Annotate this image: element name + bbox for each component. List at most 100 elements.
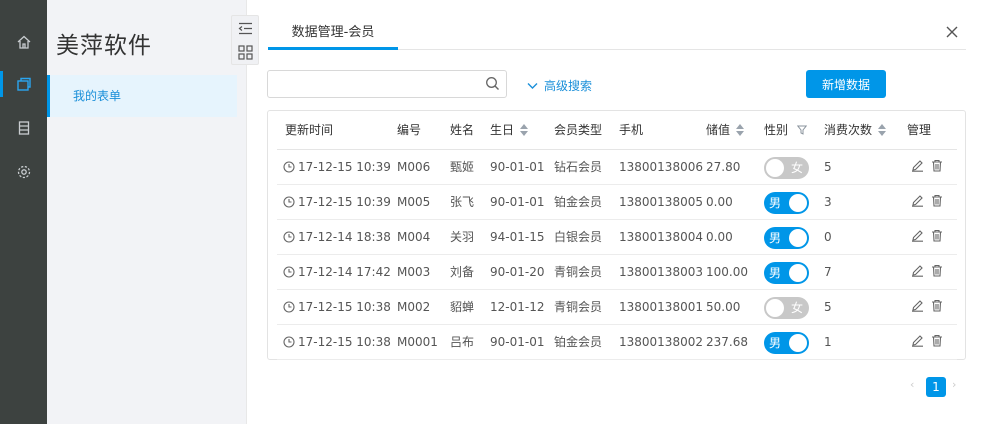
name-cell: 貂蝉 <box>450 300 475 314</box>
members-table: 更新时间 编号 姓名 生日 会员类型 手机 储值 性别 消费次数 管理 17-1… <box>267 110 966 360</box>
col-visits[interactable]: 消费次数 <box>824 111 887 150</box>
gear-icon <box>17 165 30 179</box>
gender-toggle[interactable]: 男 <box>764 192 809 214</box>
toggle-knob <box>789 334 807 352</box>
id-cell: M004 <box>397 230 431 244</box>
icon-rail <box>0 0 47 424</box>
toggle-knob <box>789 264 807 282</box>
advanced-search-label: 高级搜索 <box>544 79 593 93</box>
home-icon <box>17 35 30 49</box>
gender-toggle[interactable]: 男 <box>764 227 809 249</box>
trash-icon[interactable] <box>931 334 943 347</box>
pagination-next[interactable]: › <box>952 378 956 391</box>
clock-icon <box>283 195 295 208</box>
birthday-cell: 90-01-20 <box>490 265 545 279</box>
clock-icon <box>283 300 295 313</box>
phone-cell: 13800138006 <box>619 160 703 174</box>
edit-icon[interactable] <box>911 299 924 312</box>
pagination-page-1[interactable]: 1 <box>926 377 946 397</box>
id-cell: M003 <box>397 265 431 279</box>
tab-member-data[interactable]: 数据管理-会员 <box>268 20 398 50</box>
sort-icon[interactable] <box>520 123 529 136</box>
gender-label: 男 <box>769 336 782 350</box>
gender-label: 男 <box>769 196 782 210</box>
visits-cell: 0 <box>824 230 832 244</box>
table-row: 17-12-15 10:38 M0001 吕布 90-01-01 铂金会员 1380013… <box>277 325 957 360</box>
sort-icon[interactable] <box>736 123 745 136</box>
edit-icon[interactable] <box>911 194 924 207</box>
edit-icon[interactable] <box>911 334 924 347</box>
balance-cell: 27.80 <box>706 160 741 174</box>
trash-icon[interactable] <box>931 264 943 277</box>
col-birthday[interactable]: 生日 <box>490 111 529 150</box>
add-data-button[interactable]: 新增数据 <box>806 70 886 98</box>
balance-cell: 0.00 <box>706 195 733 209</box>
gender-toggle[interactable]: 男 <box>764 332 809 354</box>
col-member-type: 会员类型 <box>554 123 603 137</box>
gender-toggle[interactable]: 女 <box>764 157 809 179</box>
gender-toggle[interactable]: 男 <box>764 262 809 284</box>
trash-icon[interactable] <box>931 159 943 172</box>
birthday-cell: 90-01-01 <box>490 195 545 209</box>
table-row: 17-12-14 17:42 M003 刘备 90-01-20 青铜会员 13800138… <box>277 255 957 290</box>
birthday-cell: 94-01-15 <box>490 230 545 244</box>
outdent-icon[interactable] <box>238 22 253 35</box>
sidebar-item-my-forms[interactable]: 我的表单 <box>47 75 237 117</box>
gender-label: 女 <box>790 301 803 315</box>
nav-forms[interactable] <box>0 67 47 101</box>
phone-cell: 13800138004 <box>619 230 703 244</box>
document-icon <box>18 121 29 135</box>
advanced-search-link[interactable]: 高级搜索 <box>527 77 592 94</box>
gender-label: 女 <box>790 161 803 175</box>
name-cell: 甄姬 <box>450 160 475 174</box>
member-type-cell: 钻石会员 <box>554 160 603 174</box>
sidebar: 美萍软件 我的表单 <box>47 0 247 424</box>
clock-icon <box>283 230 295 243</box>
clock-icon <box>283 265 295 278</box>
trash-icon[interactable] <box>931 229 943 242</box>
member-type-cell: 铂金会员 <box>554 195 603 209</box>
grid-icon[interactable] <box>238 45 253 60</box>
nav-documents[interactable] <box>0 111 47 145</box>
id-cell: M0001 <box>397 335 438 349</box>
nav-home[interactable] <box>0 25 47 59</box>
close-icon[interactable] <box>944 24 960 40</box>
pagination-prev[interactable]: ‹ <box>910 378 914 391</box>
updated-cell: 17-12-15 10:38 <box>283 290 391 324</box>
filter-icon[interactable] <box>796 125 808 135</box>
chevron-down-icon <box>527 82 538 89</box>
clock-icon <box>283 160 295 173</box>
nav-settings[interactable] <box>0 155 47 189</box>
member-type-cell: 青铜会员 <box>554 300 603 314</box>
tab-bar: 数据管理-会员 <box>268 20 966 50</box>
gender-toggle[interactable]: 女 <box>764 297 809 319</box>
table-header: 更新时间 编号 姓名 生日 会员类型 手机 储值 性别 消费次数 管理 <box>277 111 957 150</box>
visits-cell: 5 <box>824 160 832 174</box>
clock-icon <box>283 335 295 348</box>
col-updated[interactable]: 更新时间 <box>285 111 333 150</box>
name-cell: 张飞 <box>450 195 475 209</box>
balance-cell: 0.00 <box>706 230 733 244</box>
col-gender[interactable]: 性别 <box>764 111 808 150</box>
visits-cell: 1 <box>824 335 832 349</box>
sort-icon[interactable] <box>878 123 887 136</box>
col-balance[interactable]: 储值 <box>706 111 745 150</box>
edit-icon[interactable] <box>911 229 924 242</box>
search-icon[interactable] <box>485 76 500 91</box>
edit-icon[interactable] <box>911 264 924 277</box>
col-id: 编号 <box>397 123 422 137</box>
gender-label: 男 <box>769 266 782 280</box>
name-cell: 关羽 <box>450 230 475 244</box>
search-input[interactable] <box>267 70 507 98</box>
edit-icon[interactable] <box>911 159 924 172</box>
gender-label: 男 <box>769 231 782 245</box>
birthday-cell: 12-01-12 <box>490 300 545 314</box>
balance-cell: 50.00 <box>706 300 741 314</box>
table-row: 17-12-15 10:39 M005 张飞 90-01-01 铂金会员 13800138… <box>277 185 957 220</box>
brand-title: 美萍软件 <box>56 33 152 59</box>
layers-icon <box>16 77 31 91</box>
trash-icon[interactable] <box>931 299 943 312</box>
toggle-knob <box>766 159 784 177</box>
updated-cell: 17-12-15 10:39 <box>283 185 391 219</box>
trash-icon[interactable] <box>931 194 943 207</box>
